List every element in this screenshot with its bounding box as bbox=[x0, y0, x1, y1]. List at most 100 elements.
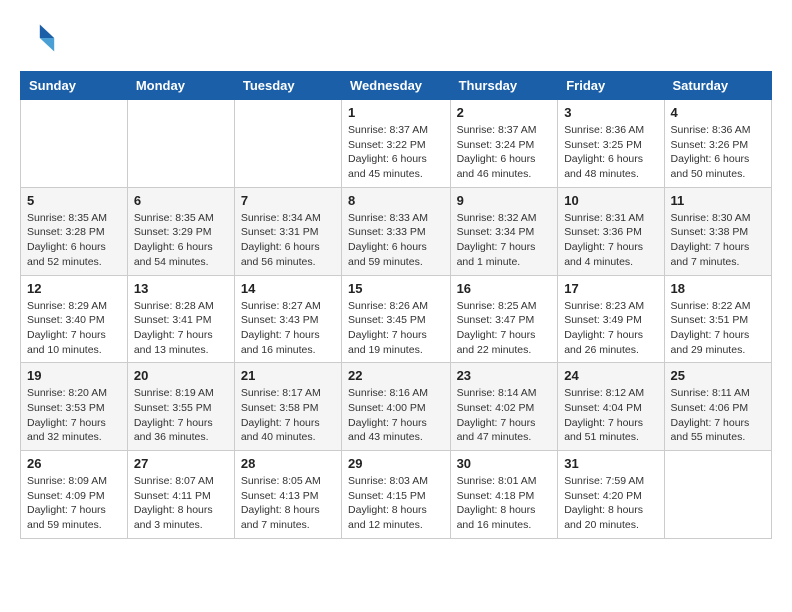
day-number: 4 bbox=[671, 105, 765, 120]
calendar-cell: 6 Sunrise: 8:35 AM Sunset: 3:29 PM Daylig… bbox=[127, 187, 234, 275]
day-info: Sunrise: 8:31 AM Sunset: 3:36 PM Dayligh… bbox=[564, 211, 657, 270]
day-number: 17 bbox=[564, 281, 657, 296]
weekday-header-wednesday: Wednesday bbox=[342, 72, 451, 100]
day-number: 6 bbox=[134, 193, 228, 208]
day-number: 20 bbox=[134, 368, 228, 383]
weekday-header-friday: Friday bbox=[558, 72, 664, 100]
day-number: 8 bbox=[348, 193, 444, 208]
calendar-cell: 14 Sunrise: 8:27 AM Sunset: 3:43 PM Dayli… bbox=[234, 275, 341, 363]
day-number: 30 bbox=[457, 456, 552, 471]
calendar-cell: 12Sunrise: 8:29 AM Sunset: 3:40 PM Dayli… bbox=[21, 275, 128, 363]
day-info: Sunrise: 8:12 AM Sunset: 4:04 PM Dayligh… bbox=[564, 386, 657, 445]
calendar-cell: 26 Sunrise: 8:09 AM Sunset: 4:09 PM Dayli… bbox=[21, 451, 128, 539]
calendar-cell: 22 Sunrise: 8:16 AM Sunset: 4:00 PM Dayli… bbox=[342, 363, 451, 451]
calendar-week-row: 19Sunrise: 8:20 AM Sunset: 3:53 PM Dayli… bbox=[21, 363, 772, 451]
calendar-cell bbox=[127, 100, 234, 188]
day-info: Sunrise: 7:59 AM Sunset: 4:20 PM Dayligh… bbox=[564, 474, 657, 533]
calendar-cell: 15 Sunrise: 8:26 AM Sunset: 3:45 PM Dayli… bbox=[342, 275, 451, 363]
calendar-cell: 8 Sunrise: 8:33 AM Sunset: 3:33 PM Daylig… bbox=[342, 187, 451, 275]
calendar-cell: 5Sunrise: 8:35 AM Sunset: 3:28 PM Daylig… bbox=[21, 187, 128, 275]
day-info: Sunrise: 8:27 AM Sunset: 3:43 PM Dayligh… bbox=[241, 299, 335, 358]
calendar-cell: 11 Sunrise: 8:30 AM Sunset: 3:38 PM Dayli… bbox=[664, 187, 771, 275]
calendar-cell: 18 Sunrise: 8:22 AM Sunset: 3:51 PM Dayli… bbox=[664, 275, 771, 363]
calendar-cell bbox=[234, 100, 341, 188]
day-number: 21 bbox=[241, 368, 335, 383]
day-info: Sunrise: 8:35 AM Sunset: 3:29 PM Dayligh… bbox=[134, 211, 228, 270]
calendar-cell: 3Sunrise: 8:36 AM Sunset: 3:25 PM Daylig… bbox=[558, 100, 664, 188]
calendar-week-row: 1 Sunrise: 8:37 AM Sunset: 3:22 PM Daylig… bbox=[21, 100, 772, 188]
day-number: 29 bbox=[348, 456, 444, 471]
calendar-cell: 2 Sunrise: 8:37 AM Sunset: 3:24 PM Daylig… bbox=[450, 100, 558, 188]
day-info: Sunrise: 8:05 AM Sunset: 4:13 PM Dayligh… bbox=[241, 474, 335, 533]
day-number: 22 bbox=[348, 368, 444, 383]
day-info: Sunrise: 8:35 AM Sunset: 3:28 PM Dayligh… bbox=[27, 211, 121, 270]
day-number: 31 bbox=[564, 456, 657, 471]
day-info: Sunrise: 8:36 AM Sunset: 3:25 PM Dayligh… bbox=[564, 123, 657, 182]
day-info: Sunrise: 8:26 AM Sunset: 3:45 PM Dayligh… bbox=[348, 299, 444, 358]
calendar-cell: 27 Sunrise: 8:07 AM Sunset: 4:11 PM Dayli… bbox=[127, 451, 234, 539]
calendar-cell: 16Sunrise: 8:25 AM Sunset: 3:47 PM Dayli… bbox=[450, 275, 558, 363]
day-info: Sunrise: 8:25 AM Sunset: 3:47 PM Dayligh… bbox=[457, 299, 552, 358]
calendar-week-row: 5Sunrise: 8:35 AM Sunset: 3:28 PM Daylig… bbox=[21, 187, 772, 275]
day-number: 10 bbox=[564, 193, 657, 208]
calendar-cell: 31 Sunrise: 7:59 AM Sunset: 4:20 PM Dayli… bbox=[558, 451, 664, 539]
calendar-week-row: 26 Sunrise: 8:09 AM Sunset: 4:09 PM Dayli… bbox=[21, 451, 772, 539]
calendar-cell: 29 Sunrise: 8:03 AM Sunset: 4:15 PM Dayli… bbox=[342, 451, 451, 539]
day-info: Sunrise: 8:01 AM Sunset: 4:18 PM Dayligh… bbox=[457, 474, 552, 533]
day-number: 25 bbox=[671, 368, 765, 383]
weekday-header-monday: Monday bbox=[127, 72, 234, 100]
calendar-cell bbox=[664, 451, 771, 539]
calendar-cell bbox=[21, 100, 128, 188]
day-number: 15 bbox=[348, 281, 444, 296]
day-info: Sunrise: 8:17 AM Sunset: 3:58 PM Dayligh… bbox=[241, 386, 335, 445]
day-info: Sunrise: 8:33 AM Sunset: 3:33 PM Dayligh… bbox=[348, 211, 444, 270]
day-info: Sunrise: 8:03 AM Sunset: 4:15 PM Dayligh… bbox=[348, 474, 444, 533]
calendar-cell: 13Sunrise: 8:28 AM Sunset: 3:41 PM Dayli… bbox=[127, 275, 234, 363]
day-info: Sunrise: 8:30 AM Sunset: 3:38 PM Dayligh… bbox=[671, 211, 765, 270]
day-number: 28 bbox=[241, 456, 335, 471]
day-info: Sunrise: 8:20 AM Sunset: 3:53 PM Dayligh… bbox=[27, 386, 121, 445]
day-number: 9 bbox=[457, 193, 552, 208]
calendar-cell: 21 Sunrise: 8:17 AM Sunset: 3:58 PM Dayli… bbox=[234, 363, 341, 451]
calendar-cell: 17 Sunrise: 8:23 AM Sunset: 3:49 PM Dayli… bbox=[558, 275, 664, 363]
logo bbox=[20, 20, 62, 56]
calendar-table: SundayMondayTuesdayWednesdayThursdayFrid… bbox=[20, 71, 772, 539]
day-info: Sunrise: 8:34 AM Sunset: 3:31 PM Dayligh… bbox=[241, 211, 335, 270]
day-info: Sunrise: 8:36 AM Sunset: 3:26 PM Dayligh… bbox=[671, 123, 765, 182]
calendar-cell: 10 Sunrise: 8:31 AM Sunset: 3:36 PM Dayli… bbox=[558, 187, 664, 275]
day-number: 18 bbox=[671, 281, 765, 296]
day-info: Sunrise: 8:09 AM Sunset: 4:09 PM Dayligh… bbox=[27, 474, 121, 533]
day-info: Sunrise: 8:19 AM Sunset: 3:55 PM Dayligh… bbox=[134, 386, 228, 445]
calendar-cell: 4 Sunrise: 8:36 AM Sunset: 3:26 PM Daylig… bbox=[664, 100, 771, 188]
day-number: 13 bbox=[134, 281, 228, 296]
calendar-week-row: 12Sunrise: 8:29 AM Sunset: 3:40 PM Dayli… bbox=[21, 275, 772, 363]
day-info: Sunrise: 8:11 AM Sunset: 4:06 PM Dayligh… bbox=[671, 386, 765, 445]
weekday-header-tuesday: Tuesday bbox=[234, 72, 341, 100]
calendar-cell: 1 Sunrise: 8:37 AM Sunset: 3:22 PM Daylig… bbox=[342, 100, 451, 188]
weekday-header-saturday: Saturday bbox=[664, 72, 771, 100]
day-number: 24 bbox=[564, 368, 657, 383]
day-info: Sunrise: 8:14 AM Sunset: 4:02 PM Dayligh… bbox=[457, 386, 552, 445]
day-number: 23 bbox=[457, 368, 552, 383]
weekday-header-thursday: Thursday bbox=[450, 72, 558, 100]
calendar-cell: 24 Sunrise: 8:12 AM Sunset: 4:04 PM Dayli… bbox=[558, 363, 664, 451]
day-number: 7 bbox=[241, 193, 335, 208]
day-number: 14 bbox=[241, 281, 335, 296]
day-info: Sunrise: 8:37 AM Sunset: 3:22 PM Dayligh… bbox=[348, 123, 444, 182]
day-number: 11 bbox=[671, 193, 765, 208]
day-number: 27 bbox=[134, 456, 228, 471]
day-number: 1 bbox=[348, 105, 444, 120]
calendar-cell: 19Sunrise: 8:20 AM Sunset: 3:53 PM Dayli… bbox=[21, 363, 128, 451]
logo-icon bbox=[20, 20, 56, 56]
calendar-cell: 20 Sunrise: 8:19 AM Sunset: 3:55 PM Dayli… bbox=[127, 363, 234, 451]
weekday-header-row: SundayMondayTuesdayWednesdayThursdayFrid… bbox=[21, 72, 772, 100]
day-info: Sunrise: 8:07 AM Sunset: 4:11 PM Dayligh… bbox=[134, 474, 228, 533]
day-number: 2 bbox=[457, 105, 552, 120]
day-info: Sunrise: 8:29 AM Sunset: 3:40 PM Dayligh… bbox=[27, 299, 121, 358]
day-info: Sunrise: 8:16 AM Sunset: 4:00 PM Dayligh… bbox=[348, 386, 444, 445]
day-number: 26 bbox=[27, 456, 121, 471]
day-info: Sunrise: 8:37 AM Sunset: 3:24 PM Dayligh… bbox=[457, 123, 552, 182]
day-info: Sunrise: 8:22 AM Sunset: 3:51 PM Dayligh… bbox=[671, 299, 765, 358]
day-info: Sunrise: 8:32 AM Sunset: 3:34 PM Dayligh… bbox=[457, 211, 552, 270]
day-info: Sunrise: 8:23 AM Sunset: 3:49 PM Dayligh… bbox=[564, 299, 657, 358]
